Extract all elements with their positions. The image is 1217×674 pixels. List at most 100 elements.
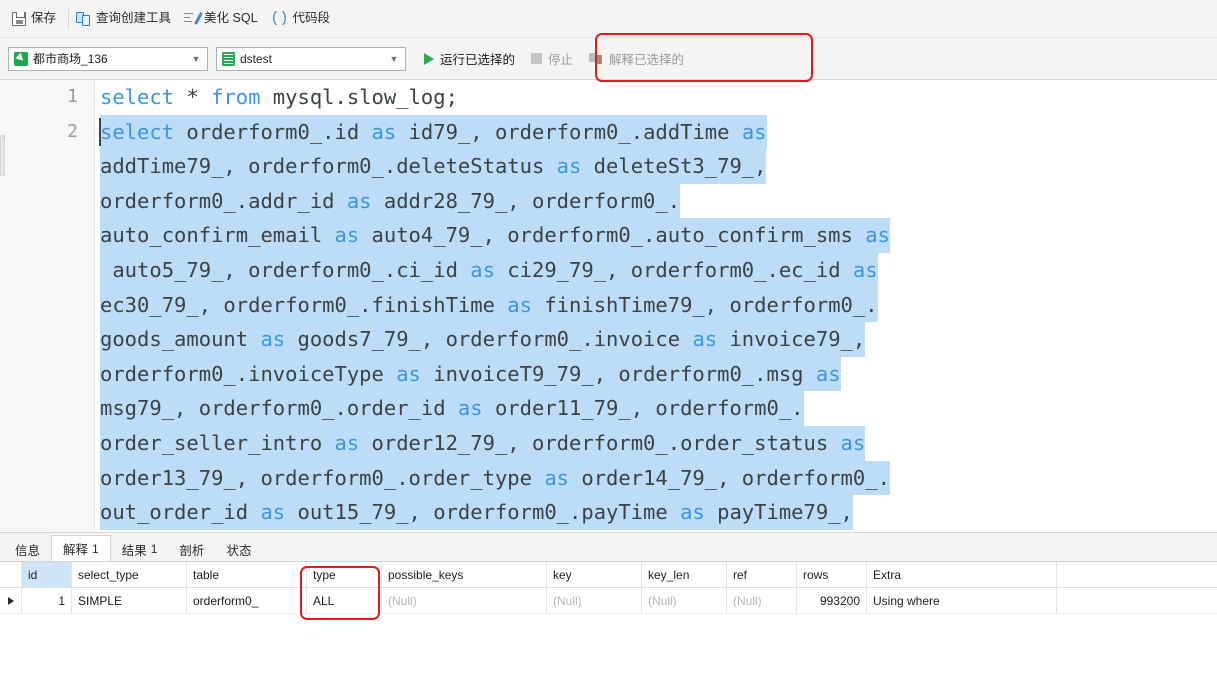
column-header-key[interactable]: key	[547, 562, 642, 587]
column-header-key_len[interactable]: key_len	[642, 562, 727, 587]
code-text[interactable]: order_seller_intro as order12_79_, order…	[100, 425, 866, 461]
code-line[interactable]: 1 select * from mysql.slow_log;	[0, 80, 1217, 115]
cell-select_type[interactable]: SIMPLE	[72, 588, 187, 613]
connection-select[interactable]: 都市商场_136 ▼	[8, 46, 208, 71]
code-text[interactable]: msg79_, orderform0_.order_id as order11_…	[100, 391, 804, 426]
code-text[interactable]: auto5_79_, orderform0_.ci_id as ci29_79_…	[100, 252, 878, 288]
window-edge-strip	[0, 140, 5, 176]
save-label: 保存	[31, 11, 57, 26]
cell-possible_keys[interactable]: (Null)	[382, 588, 547, 613]
code-line[interactable]: out_order_id as out15_79_, orderform0_.p…	[0, 495, 1217, 530]
tab-label: 状态	[226, 543, 252, 558]
query-builder-button[interactable]: 查询创建工具	[72, 6, 180, 32]
table-row[interactable]: 1 SIMPLE orderform0_ ALL (Null) (Null) (Null)(…	[0, 588, 1217, 614]
current-row-marker	[0, 588, 22, 613]
sql-text: invoice79_,	[717, 327, 866, 352]
run-selected-label: 运行已选择的	[440, 53, 516, 67]
tab-状态[interactable]: 状态	[215, 537, 262, 561]
sql-text: mysql.slow_log;	[260, 85, 458, 109]
column-header-ref[interactable]: ref	[727, 562, 797, 587]
sql-text: addr28_79_, orderform0_.	[371, 188, 681, 213]
code-text[interactable]: goods_amount as goods7_79_, orderform0_.…	[100, 322, 866, 357]
save-icon	[12, 11, 26, 26]
database-select[interactable]: dstest ▼	[216, 46, 406, 71]
chevron-down-icon[interactable]: ▼	[383, 48, 405, 70]
column-header-Extra[interactable]: Extra	[867, 562, 1057, 587]
sql-text: addTime79_, orderform0_.deleteStatus	[100, 154, 557, 179]
code-snippet-button[interactable]: () 代码段	[267, 6, 340, 32]
beautify-sql-button[interactable]: 美化 SQL	[180, 6, 267, 32]
cell-type[interactable]: ALL	[307, 588, 382, 613]
toolbar-divider	[68, 8, 70, 29]
code-line[interactable]: addTime79_, orderform0_.deleteStatus as …	[0, 149, 1217, 184]
chevron-down-icon[interactable]: ▼	[185, 48, 207, 70]
column-header-id[interactable]: id	[22, 562, 72, 587]
sql-text: payTime79_,	[704, 500, 853, 525]
save-button[interactable]: 保存	[8, 6, 65, 32]
connection-icon	[14, 51, 28, 66]
code-line[interactable]: msg79_, orderform0_.order_id as order11_…	[0, 391, 1217, 426]
sql-text: id79_, orderform0_.addTime	[396, 119, 742, 144]
cell-key_len[interactable]: (Null)	[642, 588, 727, 613]
code-text[interactable]: orderform0_.addr_id as addr28_79_, order…	[100, 183, 681, 219]
code-line[interactable]: auto_confirm_email as auto4_79_, orderfo…	[0, 218, 1217, 253]
sql-text: orderform0_.id	[174, 119, 372, 144]
column-header-possible_keys[interactable]: possible_keys	[382, 562, 547, 587]
cell-ref[interactable]: (Null)	[727, 588, 797, 613]
code-area[interactable]: 1 select * from mysql.slow_log; 2 select or…	[0, 80, 1217, 532]
code-text[interactable]: orderform0_.invoiceType as invoiceT9_79_…	[100, 356, 841, 392]
cell-Extra[interactable]: Using where	[867, 588, 1057, 613]
tab-label: 剖析	[179, 543, 205, 558]
code-text[interactable]: out_order_id as out15_79_, orderform0_.p…	[100, 495, 853, 530]
cell-table[interactable]: orderform0_	[187, 588, 307, 613]
tab-信息[interactable]: 信息	[4, 537, 51, 561]
code-line[interactable]: goods_amount as goods7_79_, orderform0_.…	[0, 322, 1217, 357]
column-header-type[interactable]: type	[307, 562, 382, 587]
cell-key[interactable]: (Null)	[547, 588, 642, 613]
sql-text: order11_79_, orderform0_.	[482, 396, 804, 421]
code-text[interactable]: select * from mysql.slow_log;	[100, 80, 458, 115]
explain-selected-button[interactable]: 解释已选择的	[581, 46, 692, 72]
code-line[interactable]: orderform0_.invoiceType as invoiceT9_79_…	[0, 356, 1217, 392]
column-header-rows[interactable]: rows	[797, 562, 867, 587]
execution-toolbar: 都市商场_136 ▼ dstest ▼ 运行已选择的 停止 解释已选择的	[0, 38, 1217, 80]
code-line[interactable]: auto5_79_, orderform0_.ci_id as ci29_79_…	[0, 252, 1217, 288]
sql-keyword: as	[692, 327, 718, 352]
sql-keyword: as	[457, 396, 483, 421]
sql-keyword: as	[260, 327, 286, 352]
tab-结果[interactable]: 结果 1	[111, 537, 169, 561]
column-header-table[interactable]: table	[187, 562, 307, 587]
code-line[interactable]: orderform0_.addr_id as addr28_79_, order…	[0, 183, 1217, 219]
code-line[interactable]: order_seller_intro as order12_79_, order…	[0, 425, 1217, 461]
tab-解释[interactable]: 解释 1	[51, 535, 111, 561]
sql-text: auto_confirm_email	[100, 223, 335, 248]
sql-keyword: as	[334, 223, 360, 248]
code-text[interactable]: select orderform0_.id as id79_, orderfor…	[100, 114, 767, 150]
code-text[interactable]: addTime79_, orderform0_.deleteStatus as …	[100, 149, 767, 184]
stop-icon	[531, 53, 543, 64]
sql-keyword: as	[852, 257, 878, 282]
cell-id[interactable]: 1	[22, 588, 72, 613]
sql-text: out15_79_, orderform0_.payTime	[285, 500, 681, 525]
code-line[interactable]: order13_79_, orderform0_.order_type as o…	[0, 460, 1217, 496]
code-line[interactable]: 2 select orderform0_.id as id79_, orderfo…	[0, 114, 1217, 150]
code-text[interactable]: order13_79_, orderform0_.order_type as o…	[100, 460, 890, 496]
column-header-select_type[interactable]: select_type	[72, 562, 187, 587]
tab-label: 信息	[15, 543, 41, 558]
sql-editor[interactable]: 1 select * from mysql.slow_log; 2 select or…	[0, 80, 1217, 532]
code-text[interactable]: auto_confirm_email as auto4_79_, orderfo…	[100, 218, 890, 253]
main-toolbar: 保存 查询创建工具 美化 SQL () 代码段	[0, 0, 1217, 38]
tab-剖析[interactable]: 剖析	[168, 537, 215, 561]
sql-text: ci29_79_, orderform0_.ec_id	[494, 257, 853, 282]
explain-selected-label: 解释已选择的	[609, 53, 685, 67]
sql-keyword: as	[334, 430, 360, 455]
tab-badge: 1	[92, 541, 99, 556]
cell-rows[interactable]: 993200	[797, 588, 867, 613]
sql-text: orderform0_.addr_id	[100, 188, 347, 213]
stop-button[interactable]: 停止	[523, 46, 581, 72]
run-selected-button[interactable]: 运行已选择的	[416, 46, 523, 72]
code-text[interactable]: ec30_79_, orderform0_.finishTime as fini…	[100, 287, 878, 323]
sql-text: order12_79_, orderform0_.order_status	[359, 430, 841, 455]
code-line[interactable]: ec30_79_, orderform0_.finishTime as fini…	[0, 287, 1217, 323]
explain-icon	[589, 52, 603, 65]
